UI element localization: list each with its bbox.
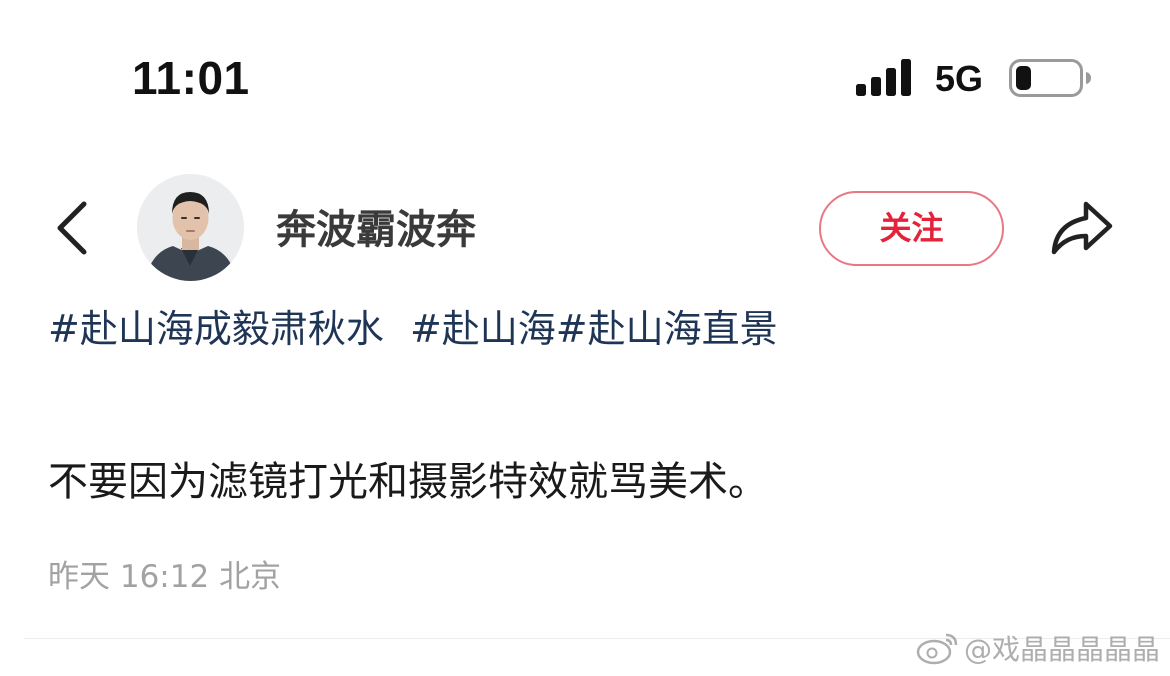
avatar[interactable] [137,174,244,281]
hashtag-row: #赴山海成毅肃秋水 #赴山海#赴山海直景 [48,303,778,355]
cellular-signal-icon [856,59,911,96]
battery-icon [1009,59,1091,97]
post-meta: 昨天 16:12 北京 [48,555,281,599]
watermark: @戏晶晶晶晶晶 [916,628,1160,668]
share-arrow-icon [1051,201,1113,255]
watermark-text: @戏晶晶晶晶晶 [963,633,1160,666]
avatar-photo [137,174,244,281]
share-button[interactable] [1046,194,1118,260]
post-location: 北京 [219,559,282,595]
username[interactable]: 奔波霸波奔 [276,204,476,256]
hashtag-link[interactable]: #赴山海成毅肃秋水 [48,307,384,351]
status-time: 11:01 [132,52,250,104]
weibo-logo-icon [916,633,958,665]
post-text: 不要因为滤镜打光和摄影特效就骂美术。 [48,459,768,505]
chevron-left-icon [57,201,87,255]
hashtag-link[interactable]: #赴山海直景 [556,307,778,351]
battery-level-fill [1016,66,1031,90]
network-type: 5G [935,58,984,99]
hashtag-link[interactable]: #赴山海 [410,307,556,351]
post-time: 昨天 16:12 [48,559,210,595]
back-button[interactable] [44,196,104,260]
follow-button[interactable]: 关注 [819,191,1004,266]
